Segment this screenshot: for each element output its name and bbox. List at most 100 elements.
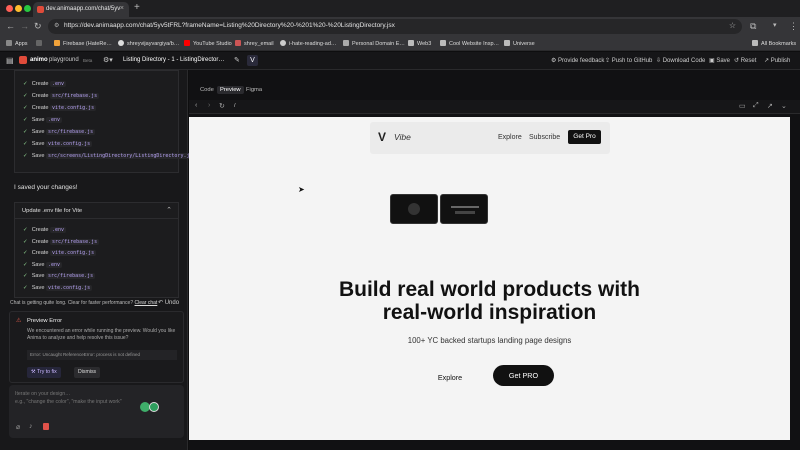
vibe-logo-icon[interactable]: V — [378, 130, 386, 144]
maximize-window-icon[interactable] — [24, 5, 31, 12]
chevron-up-icon[interactable]: ⌃ — [166, 206, 172, 214]
tab-code[interactable]: Code — [197, 86, 217, 94]
bookmark-item[interactable]: shreyvijayvargiya/b… — [118, 40, 179, 47]
check-icon: ✓ — [23, 227, 28, 233]
bookmarks-bar: Apps Firebase (HateRe… shreyvijayvargiya… — [0, 36, 800, 51]
profile-icon[interactable]: ▾ — [773, 21, 777, 29]
undo-button[interactable]: ↶ Undo — [158, 299, 179, 306]
saved-message: I saved your changes! — [14, 184, 78, 191]
tab-preview[interactable]: Preview — [217, 86, 244, 94]
download-code-button[interactable]: ⇩ Download Code — [656, 57, 705, 64]
open-new-icon[interactable]: ↗ — [767, 102, 773, 110]
reset-button[interactable]: ↺ Reset — [734, 57, 756, 64]
file-action-row: ✓ Create vite.config.js — [23, 105, 97, 111]
preview-back-icon[interactable]: ‹ — [195, 102, 197, 109]
bookmark-item[interactable]: Cool Website Insp… — [440, 40, 499, 47]
reload-icon[interactable]: ↻ — [34, 21, 42, 32]
bookmark-star-icon[interactable]: ☆ — [729, 21, 736, 30]
bookmark-item[interactable] — [36, 40, 45, 47]
save-button[interactable]: ▣ Save — [709, 57, 730, 64]
tab-figma[interactable]: Figma — [243, 86, 265, 94]
file-action-verb: Create — [31, 93, 51, 99]
file-action-verb: Save — [31, 129, 46, 135]
site-nav-explore[interactable]: Explore — [498, 134, 522, 141]
menu-icon[interactable]: ⋮ — [789, 21, 798, 32]
chevron-down-icon[interactable]: ⌄ — [781, 102, 787, 110]
check-icon: ✓ — [23, 261, 28, 268]
assistant-icon[interactable] — [149, 402, 159, 412]
file-action-row: ✓ Save src/firebase.js — [23, 129, 96, 135]
bookmark-apps[interactable]: Apps — [6, 40, 28, 47]
file-action-verb: Save — [31, 117, 46, 123]
forward-icon[interactable]: → — [20, 21, 29, 31]
error-title: Preview Error — [27, 318, 63, 324]
hero-get-pro-button[interactable]: Get PRO — [493, 365, 554, 386]
close-window-icon[interactable] — [6, 5, 13, 12]
responsive-icon[interactable]: ▭ — [739, 102, 746, 110]
new-tab-icon[interactable]: + — [134, 2, 140, 13]
bookmark-item[interactable]: shrey_email — [235, 40, 274, 47]
sidebar-toggle-icon[interactable]: ▤ — [6, 56, 14, 65]
edit-pencil-icon[interactable]: ✎ — [234, 56, 240, 64]
publish-button[interactable]: ↗ Publish — [764, 57, 790, 64]
provide-feedback-button[interactable]: ⚙ Provide feedback — [551, 57, 604, 64]
dismiss-button[interactable]: Dismiss — [74, 367, 101, 378]
task-card-header[interactable]: Update .env file for Vite ⌃ — [15, 203, 178, 219]
file-path: vite.config.js — [46, 284, 93, 291]
check-icon: ✓ — [23, 273, 28, 279]
bookmark-item[interactable]: YouTube Studio — [184, 40, 232, 47]
firebase-icon — [54, 40, 60, 46]
extensions-icon[interactable]: ⧉ — [750, 21, 756, 32]
file-action-row: ✓ Create src/firebase.js — [23, 93, 100, 99]
bookmark-item[interactable]: Personal Domain E… — [343, 40, 405, 47]
fullscreen-icon[interactable]: ⤢ — [753, 102, 759, 110]
close-tab-icon[interactable]: × — [120, 5, 124, 12]
hero-explore-button[interactable]: Explore — [425, 368, 475, 388]
task-card-title: Update .env file for Vite — [22, 208, 83, 214]
preview-path[interactable]: / — [234, 103, 236, 109]
file-action-verb: Save — [31, 153, 46, 159]
bookmark-item[interactable]: Firebase (HateRe… — [54, 40, 112, 47]
preview-forward-icon[interactable]: › — [208, 102, 210, 109]
bookmark-item[interactable]: i-hate-reading-ad… — [280, 40, 336, 47]
file-action-verb: Create — [31, 81, 51, 87]
app-product: playground — [49, 57, 79, 63]
try-fix-button[interactable]: ⚒ Try to fix — [27, 367, 61, 378]
settings-icon[interactable]: ⚙▾ — [103, 56, 113, 64]
site-info-icon[interactable]: ⚙ — [54, 22, 59, 29]
vibe-v-icon[interactable]: V — [247, 55, 258, 66]
file-path: src/screens/ListingDirectory/ListingDire… — [46, 153, 198, 159]
get-pro-nav-button[interactable]: Get Pro — [568, 130, 601, 144]
clear-chat-link[interactable]: Clear chat — [135, 300, 158, 306]
bookmark-item[interactable]: Universe — [504, 40, 535, 47]
url-bar[interactable]: ⚙ https://dev.animaapp.com/chat/5yv5tFRL… — [48, 19, 742, 34]
url-text: https://dev.animaapp.com/chat/5yv5tFRL?f… — [64, 22, 395, 29]
file-path: src/firebase.js — [46, 273, 96, 279]
design-thumbnail[interactable] — [390, 194, 438, 224]
browser-tab-bar: dev.animaapp.com/chat/5yv × + — [0, 0, 800, 17]
bookmark-all[interactable]: All Bookmarks — [752, 40, 796, 47]
file-action-row: ✓ Create vite.config.js — [23, 250, 97, 256]
back-icon[interactable]: ← — [6, 21, 15, 31]
frame-title[interactable]: Listing Directory - 1 - ListingDirector… — [123, 57, 224, 63]
preview-error-card: ⚠ Preview Error We encountered an error … — [9, 311, 184, 383]
hero-headline-line-1: Build real world products with — [338, 278, 640, 301]
browser-tab[interactable]: dev.animaapp.com/chat/5yv × — [33, 2, 129, 17]
figma-icon[interactable] — [43, 423, 49, 430]
site-nav-subscribe[interactable]: Subscribe — [529, 134, 560, 141]
minimize-window-icon[interactable] — [15, 5, 22, 12]
error-text: We encountered an error while running th… — [27, 328, 176, 341]
attach-icon[interactable]: ⌀ — [16, 423, 20, 431]
chat-panel: ✓ Create .env ✓ Create src/firebase.js ✓ Crea… — [0, 70, 198, 450]
preview-toolbar: ‹ › ↻ / ▭ ⤢ ↗ ⌄ — [189, 100, 800, 114]
composer-placeholder: Iterate on your design… — [15, 391, 71, 397]
preview-reload-icon[interactable]: ↻ — [219, 102, 225, 110]
file-path: .env — [46, 261, 63, 268]
push-github-button[interactable]: ⇪ Push to GitHub — [605, 57, 652, 64]
microphone-icon[interactable]: ♪ — [29, 423, 33, 430]
bookmark-item[interactable]: Web3 — [408, 40, 431, 47]
chat-composer[interactable]: Iterate on your design… e.g., "change th… — [9, 385, 184, 438]
file-action-verb: Save — [31, 284, 46, 291]
design-thumbnail[interactable] — [440, 194, 488, 224]
file-action-row: ✓ Save src/firebase.js — [23, 273, 96, 279]
